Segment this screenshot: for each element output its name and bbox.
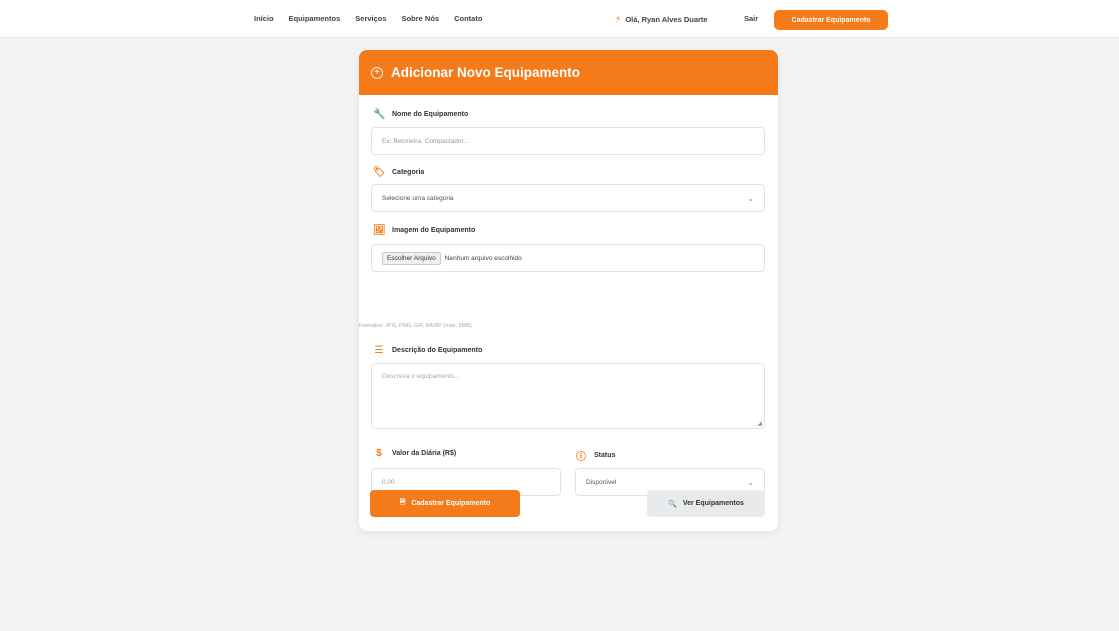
image-label: 🖼 Imagem do Equipamento <box>373 225 475 236</box>
submit-equipment-button[interactable]: 🗎 Cadastrar Equipamento <box>370 490 520 517</box>
form-title: Adicionar Novo Equipamento <box>391 65 581 80</box>
category-select[interactable]: Selecione uma categoria ⌄ <box>371 184 765 212</box>
image-format-hint: Formatos: JPG, PNG, GIF, WEBP (max. 5MB) <box>359 323 472 329</box>
price-label-text: Valor da Diária (R$) <box>392 450 457 457</box>
tag-icon: 🏷 <box>373 167 386 178</box>
status-label: ⓘ Status <box>575 448 615 463</box>
name-input-placeholder: Ex: Betoneira, Compactador... <box>382 137 469 145</box>
chevron-down-icon: ⌄ <box>747 477 754 487</box>
price-label: $ Valor da Diária (R$) <box>373 448 456 459</box>
user-greeting-text: Olá, Ryan Alves Duarte <box>625 15 708 24</box>
choose-file-button[interactable]: Escolher Arquivo <box>382 251 441 265</box>
status-select-value: Disponível <box>586 478 617 486</box>
wrench-icon: 🔧 <box>373 109 386 120</box>
image-file-input[interactable]: Escolher Arquivo Nenhum arquivo escolhid… <box>371 244 765 272</box>
align-left-icon: ☰ <box>374 345 384 356</box>
lightning-icon: ⚡ <box>615 14 622 24</box>
name-input[interactable]: Ex: Betoneira, Compactador... <box>371 127 765 155</box>
form-body: 🔧 Nome do Equipamento Ex: Betoneira, Com… <box>359 95 778 531</box>
image-label-text: Imagem do Equipamento <box>392 227 476 234</box>
view-button-label: Ver Equipamentos <box>682 500 744 507</box>
search-icon: 🔍 <box>668 500 677 508</box>
description-placeholder: Descreva o equipamento... <box>382 373 460 380</box>
save-icon: 🗎 <box>399 499 406 506</box>
price-input-placeholder: 0,00 <box>382 478 395 486</box>
description-label-text: Descrição do Equipamento <box>392 347 483 354</box>
nav-link-contato[interactable]: Contato <box>454 14 482 23</box>
description-label: ☰ Descrição do Equipamento <box>373 345 483 356</box>
file-status-text: Nenhum arquivo escolhido <box>444 254 522 262</box>
resize-handle-icon[interactable]: ◢ <box>757 420 762 427</box>
register-equipment-nav-button[interactable]: Cadastrar Equipamento <box>774 10 888 30</box>
dollar-icon: $ <box>376 448 382 459</box>
nav-link-inicio[interactable]: Início <box>254 14 274 23</box>
nav-link-servicos[interactable]: Serviços <box>355 14 386 23</box>
category-label: 🏷 Categoria <box>373 167 424 178</box>
logout-link[interactable]: Sair <box>744 14 758 23</box>
user-greeting: ⚡ Olá, Ryan Alves Duarte <box>615 14 708 25</box>
category-select-value: Selecione uma categoria <box>382 194 454 202</box>
category-label-text: Categoria <box>392 169 425 176</box>
main-nav: Início Equipamentos Serviços Sobre Nós C… <box>254 14 482 23</box>
top-navigation-bar: Início Equipamentos Serviços Sobre Nós C… <box>0 0 1119 38</box>
nav-link-sobre-nos[interactable]: Sobre Nós <box>402 14 440 23</box>
form-header: + Adicionar Novo Equipamento <box>359 50 778 95</box>
view-equipment-button[interactable]: 🔍 Ver Equipamentos <box>647 490 765 517</box>
chevron-down-icon: ⌄ <box>747 193 754 203</box>
status-label-text: Status <box>594 452 616 459</box>
submit-button-label: Cadastrar Equipamento <box>411 500 491 507</box>
plus-circle-icon: + <box>371 66 383 79</box>
name-label-text: Nome do Equipamento <box>392 111 469 118</box>
description-textarea[interactable]: Descreva o equipamento... ◢ <box>371 363 765 429</box>
info-circle-icon: ⓘ <box>576 452 586 463</box>
image-icon: 🖼 <box>373 225 386 236</box>
name-label: 🔧 Nome do Equipamento <box>373 109 468 120</box>
nav-link-equipamentos[interactable]: Equipamentos <box>289 14 341 23</box>
add-equipment-form-card: + Adicionar Novo Equipamento 🔧 Nome do E… <box>359 50 778 531</box>
